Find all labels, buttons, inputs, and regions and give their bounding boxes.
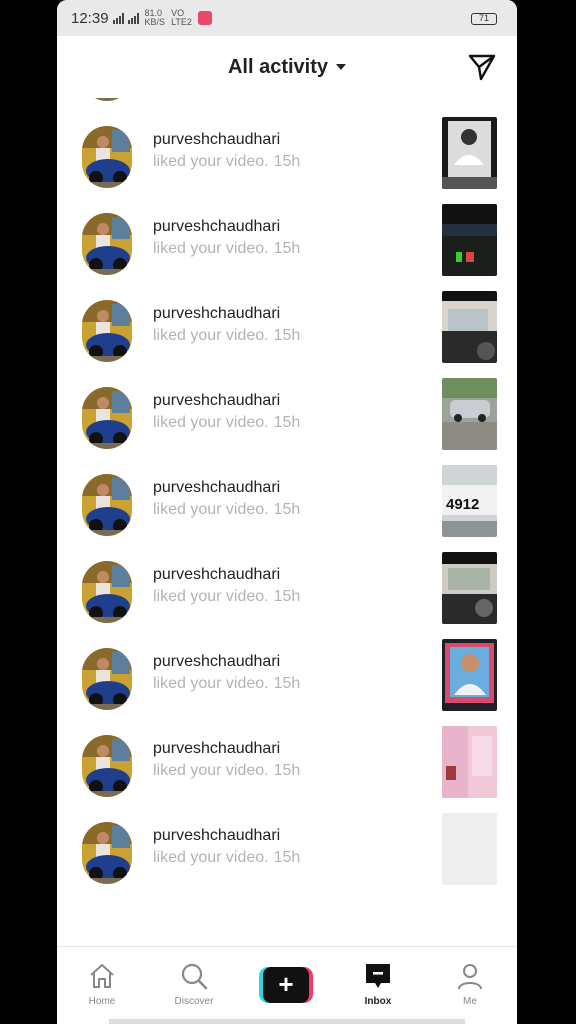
video-thumbnail[interactable] xyxy=(442,639,497,711)
activity-username[interactable]: purveshchaudhari xyxy=(153,740,280,758)
user-avatar[interactable] xyxy=(82,735,132,797)
activity-row[interactable]: purveshchaudhari liked your video.15h xyxy=(57,204,517,291)
activity-row[interactable]: purveshchaudhari liked your video.15h xyxy=(57,291,517,378)
video-thumbnail[interactable] xyxy=(442,291,497,363)
nav-me-label: Me xyxy=(463,996,477,1007)
activity-username[interactable]: purveshchaudhari xyxy=(153,653,280,671)
activity-filter-dropdown[interactable]: All activity xyxy=(57,56,517,79)
activity-description: liked your video. 15h xyxy=(153,762,300,780)
activity-row[interactable]: purveshchaudhari liked your video.15h xyxy=(57,552,517,639)
inbox-icon xyxy=(366,964,390,988)
activity-list: purveshchaudhari liked your video. 15h purv… xyxy=(57,98,517,944)
thumb-plate-text: 4912 xyxy=(446,496,479,513)
direct-message-icon[interactable] xyxy=(467,52,497,82)
volte-indicator: VO LTE2 xyxy=(171,8,192,27)
battery-icon: 71 xyxy=(471,13,497,25)
video-thumbnail[interactable] xyxy=(442,552,497,624)
video-thumbnail[interactable] xyxy=(442,204,497,276)
activity-row[interactable]: purveshchaudhari liked your video.15h xyxy=(57,726,517,813)
activity-username[interactable]: purveshchaudhari xyxy=(153,566,280,584)
activity-time: 15h xyxy=(273,762,301,779)
bottom-navigation: Home Discover + Inbox Me xyxy=(57,946,517,1024)
nav-discover[interactable]: Discover xyxy=(159,961,229,1007)
activity-action: liked your video. xyxy=(153,414,269,431)
network-speed: 81.0 KB/S xyxy=(144,8,166,27)
activity-action: liked your video. xyxy=(153,588,269,605)
status-bar: 12:39 81.0 KB/S VO LTE2 71 xyxy=(57,0,517,36)
activity-description: liked your video. 15h xyxy=(153,675,300,693)
activity-username[interactable]: purveshchaudhari xyxy=(153,218,280,236)
user-avatar[interactable] xyxy=(82,822,132,884)
activity-time: 15h xyxy=(273,501,301,518)
user-avatar[interactable] xyxy=(82,300,132,362)
activity-row[interactable]: purveshchaudhari liked your video.15h xyxy=(57,639,517,726)
nav-discover-label: Discover xyxy=(174,996,214,1007)
home-indicator xyxy=(109,1019,465,1024)
video-thumbnail[interactable] xyxy=(442,117,497,189)
activity-action: liked your video. xyxy=(153,762,269,779)
activity-description: liked your video. 15h xyxy=(153,588,300,606)
profile-icon xyxy=(458,964,482,990)
activity-row[interactable]: purveshchaudhari liked your video.15h xyxy=(57,813,517,900)
video-thumbnail[interactable]: 4912 xyxy=(442,465,497,537)
activity-description: liked your video. 15h xyxy=(153,153,300,171)
activity-row[interactable]: purveshchaudhari liked your video.15h xyxy=(57,117,517,204)
activity-description: liked your video. 15h xyxy=(153,501,300,519)
video-thumbnail[interactable] xyxy=(442,813,497,885)
user-avatar[interactable] xyxy=(82,474,132,536)
activity-username[interactable]: purveshchaudhari xyxy=(153,827,280,845)
activity-description: liked your video. 15h xyxy=(153,414,300,432)
user-avatar[interactable] xyxy=(82,648,132,710)
video-thumbnail[interactable] xyxy=(442,726,497,798)
activity-action: liked your video. xyxy=(153,327,269,344)
video-thumbnail[interactable] xyxy=(442,378,497,450)
user-avatar[interactable] xyxy=(82,387,132,449)
status-time: 12:39 xyxy=(71,9,109,27)
signal-icon xyxy=(112,12,124,24)
user-avatar[interactable] xyxy=(82,98,132,101)
activity-row[interactable]: purveshchaudhari liked your video.15h xyxy=(57,378,517,465)
notification-app-icon xyxy=(197,11,212,25)
phone-screen: 12:39 81.0 KB/S VO LTE2 71 All activity pu… xyxy=(57,0,517,1024)
nav-home[interactable]: Home xyxy=(67,961,137,1007)
activity-time: 15h xyxy=(273,327,301,344)
activity-username[interactable]: purveshchaudhari xyxy=(153,479,280,497)
activity-username[interactable]: purveshchaudhari xyxy=(153,131,280,149)
activity-row[interactable]: purveshchaudhariliked your video.15h xyxy=(57,98,517,117)
nav-inbox[interactable]: Inbox xyxy=(343,961,413,1007)
search-icon xyxy=(181,963,208,990)
nav-me[interactable]: Me xyxy=(435,961,505,1007)
activity-description: liked your video. 15h xyxy=(153,327,300,345)
plus-icon: + xyxy=(263,967,309,1003)
user-avatar[interactable] xyxy=(82,213,132,275)
activity-description: liked your video. 15h xyxy=(153,240,300,258)
user-avatar[interactable] xyxy=(82,561,132,623)
activity-action: liked your video. xyxy=(153,153,269,170)
activity-time: 15h xyxy=(273,588,301,605)
activity-time: 15h xyxy=(273,240,301,257)
create-video-button[interactable]: + xyxy=(259,967,313,1003)
nav-home-label: Home xyxy=(88,996,116,1007)
activity-header: All activity xyxy=(57,36,517,98)
page-title: All activity xyxy=(227,56,329,78)
activity-row[interactable]: purveshchaudhari liked your video. 15h 4912 xyxy=(57,465,517,552)
activity-time: 15h xyxy=(273,153,301,170)
activity-action: liked your video. xyxy=(153,675,269,692)
home-icon xyxy=(90,964,114,988)
nav-inbox-label: Inbox xyxy=(364,996,392,1007)
activity-time: 15h xyxy=(273,849,301,866)
activity-action: liked your video. xyxy=(153,240,269,257)
activity-time: 15h xyxy=(273,414,301,431)
activity-action: liked your video. xyxy=(153,501,269,518)
activity-description: liked your video. 15h xyxy=(153,849,300,867)
signal-icon-2 xyxy=(127,12,139,24)
activity-username[interactable]: purveshchaudhari xyxy=(153,305,280,323)
activity-time: 15h xyxy=(273,675,301,692)
activity-username[interactable]: purveshchaudhari xyxy=(153,392,280,410)
caret-down-icon xyxy=(336,63,347,70)
user-avatar[interactable] xyxy=(82,126,132,188)
activity-action: liked your video. xyxy=(153,849,269,866)
